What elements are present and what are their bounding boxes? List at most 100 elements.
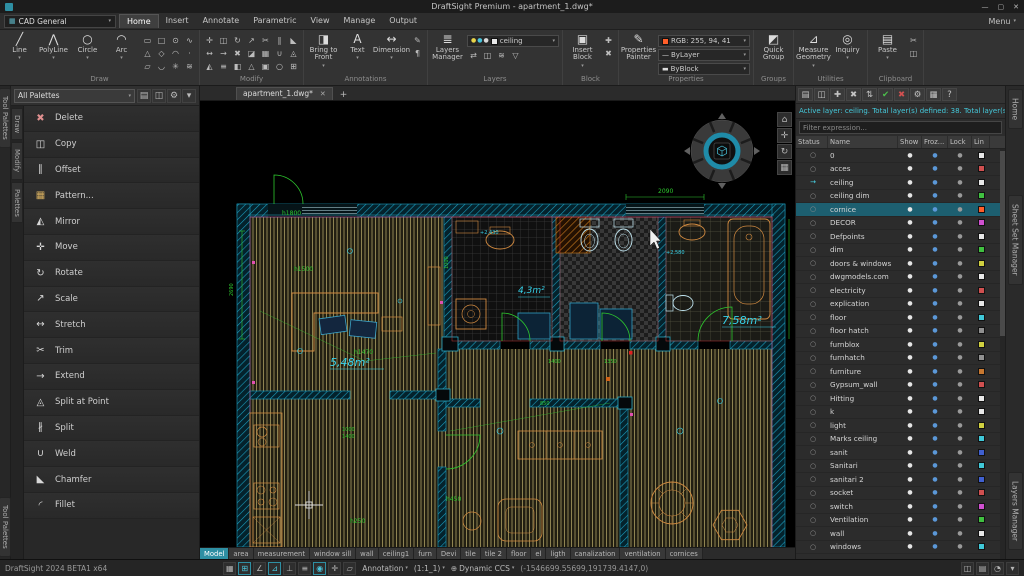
layer-show-toggle[interactable]: ● — [898, 219, 922, 226]
layer-row[interactable]: ○ k ● ● ● — [796, 406, 1005, 420]
layer-row[interactable]: ○ dim ● ● ● — [796, 244, 1005, 258]
menu-tab[interactable]: Insert — [159, 14, 196, 28]
layer-lock-toggle[interactable]: ● — [948, 327, 972, 334]
layer-lock-toggle[interactable]: ● — [948, 435, 972, 442]
layer-lock-toggle[interactable]: ● — [948, 462, 972, 469]
column-show[interactable]: Show — [898, 136, 922, 148]
insert-block-button[interactable]: ▣ Insert Block ▾ — [566, 32, 599, 69]
layer-mini-button[interactable]: ≋ — [495, 49, 508, 61]
layer-freeze-toggle[interactable]: ● — [922, 165, 948, 172]
annotation-mini-button[interactable]: ✎ — [411, 34, 424, 46]
menu-tab[interactable]: Manage — [337, 14, 383, 28]
snap-toggle-icon[interactable]: ▱ — [343, 562, 356, 575]
ribbon-draw-button[interactable]: ◠ Arc ▾ — [105, 32, 138, 61]
layers-toolbar-icon[interactable]: ▤ — [798, 88, 813, 101]
palette-command[interactable]: → Extend — [24, 364, 199, 390]
layers-manager-button[interactable]: ≣ Layers Manager — [431, 32, 464, 62]
layer-row[interactable]: ○ Marks ceiling ● ● ● — [796, 433, 1005, 447]
modify-mini-button[interactable]: ∥ — [273, 34, 286, 46]
palette-command[interactable]: ◬ Split at Point — [24, 390, 199, 416]
layer-show-toggle[interactable]: ● — [898, 408, 922, 415]
modify-mini-button[interactable]: ✖ — [231, 47, 244, 59]
palette-command[interactable]: ∦ Split — [24, 416, 199, 442]
layer-color-chip[interactable] — [978, 354, 985, 361]
modify-mini-button[interactable]: ▦ — [259, 47, 272, 59]
layer-freeze-toggle[interactable]: ● — [922, 543, 948, 550]
layer-color-chip[interactable] — [978, 206, 985, 213]
panel-tab-layers-manager[interactable]: Layers Manager — [1008, 472, 1023, 550]
layer-row[interactable]: ○ doors & windows ● ● ● — [796, 257, 1005, 271]
modify-mini-button[interactable]: ▣ — [259, 60, 272, 72]
modify-mini-button[interactable]: ◣ — [287, 34, 300, 46]
modify-mini-button[interactable]: ◭ — [203, 60, 216, 72]
layer-freeze-toggle[interactable]: ● — [922, 368, 948, 375]
ribbon-draw-button[interactable]: ○ Circle ▾ — [71, 32, 104, 61]
layers-toolbar-icon[interactable]: ⚙ — [910, 88, 925, 101]
layer-lock-toggle[interactable]: ● — [948, 503, 972, 510]
sheet-tab[interactable]: area — [229, 548, 253, 559]
snap-toggle-icon[interactable]: ▦ — [223, 562, 236, 575]
sheet-tab[interactable]: Devi — [437, 548, 461, 559]
statusbar-icon[interactable]: ▾ — [1006, 562, 1019, 575]
linetype-dropdown[interactable]: — ByLayer ▾ — [658, 49, 750, 61]
layer-row[interactable]: ○ DECOR ● ● ● — [796, 217, 1005, 231]
sheet-tab[interactable]: cornices — [666, 548, 703, 559]
palette-command[interactable]: ↗ Scale — [24, 287, 199, 313]
scale-control[interactable]: (1:1_1) ▾ — [414, 564, 445, 573]
palette-command[interactable]: ✖ Delete — [24, 106, 199, 132]
layer-color-chip[interactable] — [978, 152, 985, 159]
sheet-tab[interactable]: canalization — [571, 548, 621, 559]
draw-mini-button[interactable]: ≋ — [183, 60, 196, 72]
layer-color-chip[interactable] — [978, 165, 985, 172]
layer-lock-toggle[interactable]: ● — [948, 260, 972, 267]
modify-mini-button[interactable]: ↗ — [245, 34, 258, 46]
snap-toggle-icon[interactable]: ⊞ — [238, 562, 251, 575]
modify-mini-button[interactable]: ↻ — [231, 34, 244, 46]
palette-side-tab[interactable]: Palettes — [11, 182, 23, 224]
layers-toolbar-icon[interactable]: ✔ — [878, 88, 893, 101]
draw-mini-button[interactable]: ✳ — [169, 60, 182, 72]
layer-color-chip[interactable] — [978, 435, 985, 442]
palette-command[interactable]: ✛ Move — [24, 235, 199, 261]
layer-freeze-toggle[interactable]: ● — [922, 408, 948, 415]
layer-show-toggle[interactable]: ● — [898, 300, 922, 307]
palette-toolbar-icon[interactable]: ▤ — [137, 89, 151, 103]
panel-tab-home[interactable]: Home — [1008, 89, 1023, 129]
layer-color-chip[interactable] — [978, 503, 985, 510]
layer-color-chip[interactable] — [978, 408, 985, 415]
layer-lock-toggle[interactable]: ● — [948, 368, 972, 375]
layer-color-chip[interactable] — [978, 368, 985, 375]
layer-freeze-toggle[interactable]: ● — [922, 327, 948, 334]
layer-freeze-toggle[interactable]: ● — [922, 273, 948, 280]
layer-color-chip[interactable] — [978, 273, 985, 280]
layer-color-chip[interactable] — [978, 395, 985, 402]
layer-row[interactable]: ○ electricity ● ● ● — [796, 284, 1005, 298]
layers-toolbar-icon[interactable]: ⇅ — [862, 88, 877, 101]
close-button[interactable]: ✕ — [1013, 3, 1019, 11]
layer-show-toggle[interactable]: ● — [898, 476, 922, 483]
color-dropdown[interactable]: RGB: 255, 94, 41 ▾ — [658, 35, 750, 47]
layer-freeze-toggle[interactable]: ● — [922, 300, 948, 307]
layer-row[interactable]: ○ dwgmodels.com ● ● ● — [796, 271, 1005, 285]
draw-mini-button[interactable]: △ — [141, 47, 154, 59]
layer-color-chip[interactable] — [978, 530, 985, 537]
layer-row[interactable]: ○ windows ● ● ● — [796, 541, 1005, 555]
menu-tab[interactable]: Parametric — [246, 14, 303, 28]
layer-lock-toggle[interactable]: ● — [948, 516, 972, 523]
sheet-tab[interactable]: measurement — [254, 548, 310, 559]
menu-tab[interactable]: View — [304, 14, 337, 28]
close-tab-icon[interactable]: ✕ — [320, 90, 326, 98]
draw-mini-button[interactable]: ▱ — [141, 60, 154, 72]
layer-show-toggle[interactable]: ● — [898, 273, 922, 280]
sheet-tab[interactable]: furn — [414, 548, 437, 559]
draw-mini-button[interactable]: ▭ — [141, 34, 154, 46]
layer-freeze-toggle[interactable]: ● — [922, 489, 948, 496]
palette-toolbar-icon[interactable]: ⚙ — [167, 89, 181, 103]
layer-row[interactable]: ○ floor hatch ● ● ● — [796, 325, 1005, 339]
palette-command[interactable]: ∪ Weld — [24, 441, 199, 467]
layer-row[interactable]: ○ cornice ● ● ● — [796, 203, 1005, 217]
palette-side-tab[interactable]: Modify — [11, 142, 23, 179]
menu-tab[interactable]: Output — [382, 14, 424, 28]
layer-show-toggle[interactable]: ● — [898, 165, 922, 172]
layer-mini-button[interactable]: ◫ — [481, 49, 494, 61]
